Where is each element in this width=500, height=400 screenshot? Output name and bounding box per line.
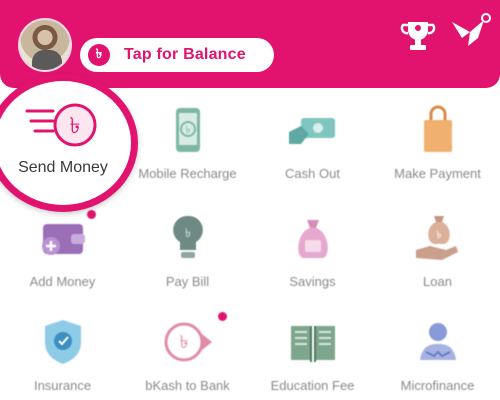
shield-icon (35, 314, 91, 370)
service-label: Microfinance (400, 378, 475, 393)
cash-out-icon (285, 102, 341, 158)
shopping-bag-icon (410, 102, 466, 158)
send-money-label: Send Money (18, 159, 108, 176)
service-make-payment[interactable]: Make Payment (375, 88, 500, 192)
service-label: Loan (423, 274, 452, 289)
service-label: Cash Out (285, 166, 340, 181)
loan-hand-icon: ৳ (410, 210, 466, 266)
notification-dot (86, 210, 96, 219)
bulb-icon: ৳ (160, 210, 216, 266)
bank-transfer-icon: ৳ (160, 312, 227, 370)
balance-button[interactable]: ৳ Tap for Balance (80, 38, 274, 72)
wallet-add-icon (35, 210, 96, 266)
svg-text:৳: ৳ (185, 125, 190, 136)
service-microfinance[interactable]: Microfinance (375, 300, 500, 400)
bkash-bird-icon[interactable] (448, 10, 492, 54)
trophy-icon[interactable] (398, 16, 438, 56)
service-label: Pay Bill (165, 274, 210, 289)
service-savings[interactable]: Savings (250, 196, 375, 300)
service-label: Make Payment (394, 166, 481, 181)
book-icon (285, 314, 341, 370)
service-label: Education Fee (270, 378, 355, 393)
svg-text:৳: ৳ (179, 332, 188, 353)
service-bkash-to-bank[interactable]: ৳ bKash to Bank (125, 300, 250, 400)
service-loan[interactable]: ৳ Loan (375, 196, 500, 300)
service-label: bKash to Bank (145, 378, 230, 393)
notification-dot (217, 312, 227, 321)
service-insurance[interactable]: Insurance (0, 300, 125, 400)
service-label: Add Money (29, 274, 96, 289)
service-label: Savings (289, 274, 336, 289)
service-label: Insurance (33, 378, 92, 393)
send-money-icon: ৳ (23, 97, 103, 153)
svg-text:৳: ৳ (436, 230, 441, 241)
microfinance-icon (410, 314, 466, 370)
svg-text:৳: ৳ (70, 114, 81, 139)
savings-bag-icon (285, 210, 341, 266)
service-education-fee[interactable]: Education Fee (250, 300, 375, 400)
service-label: Mobile Recharge (138, 166, 237, 181)
service-mobile-recharge[interactable]: ৳ Mobile Recharge (125, 88, 250, 192)
service-pay-bill[interactable]: ৳ Pay Bill (125, 196, 250, 300)
avatar[interactable] (18, 18, 72, 72)
balance-label: Tap for Balance (124, 46, 246, 63)
svg-text:৳: ৳ (185, 226, 191, 240)
service-cash-out[interactable]: Cash Out (250, 88, 375, 192)
taka-icon: ৳ (88, 44, 110, 66)
mobile-recharge-icon: ৳ (160, 102, 216, 158)
